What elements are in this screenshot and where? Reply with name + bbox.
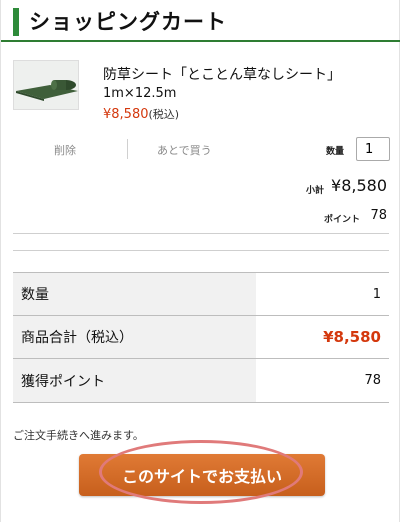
divider <box>13 233 389 234</box>
action-divider <box>127 139 128 159</box>
quantity-label: 数量 <box>326 147 345 157</box>
delete-link[interactable]: 削除 <box>54 142 76 158</box>
summary-value: 1 <box>372 286 381 302</box>
summary-value: 78 <box>364 373 381 388</box>
save-for-later-link[interactable]: あとで買う <box>157 142 212 158</box>
summary-row-points: 獲得ポイント 78 <box>13 359 389 402</box>
page-title: ショッピングカート <box>29 10 227 34</box>
product-image[interactable] <box>13 60 79 110</box>
divider <box>13 250 389 251</box>
summary-label: 獲得ポイント <box>13 359 256 402</box>
order-summary-table: 数量 1 商品合計（税込） ¥8,580 獲得ポイント 78 <box>13 272 389 403</box>
cart-panel: ショッピングカート 防草シート「とことん草なしシート」 1m×12.5m ¥8,… <box>0 0 400 522</box>
summary-label: 数量 <box>13 273 256 315</box>
grass-sheet-roll-image <box>14 61 78 109</box>
product-price-value: ¥8,580 <box>103 107 149 122</box>
cart-header: ショッピングカート <box>1 0 400 42</box>
quantity-input[interactable] <box>356 137 390 161</box>
summary-row-quantity: 数量 1 <box>13 273 389 316</box>
summary-label: 商品合計（税込） <box>13 316 256 358</box>
pay-on-this-site-button[interactable]: このサイトでお支払い <box>79 454 325 496</box>
points-value: 78 <box>370 208 387 223</box>
subtotal-value: ¥8,580 <box>331 176 387 195</box>
product-price: ¥8,580(税込) <box>103 106 179 122</box>
product-size: 1m×12.5m <box>103 86 177 101</box>
tax-note: (税込) <box>148 108 180 121</box>
summary-row-total: 商品合計（税込） ¥8,580 <box>13 316 389 359</box>
summary-total-value: ¥8,580 <box>323 328 381 346</box>
points-label: ポイント <box>324 215 361 225</box>
title-accent-bar <box>13 8 19 36</box>
subtotal-label: 小計 <box>306 186 325 196</box>
product-name[interactable]: 防草シート「とことん草なしシート」 <box>103 64 341 84</box>
checkout-note: ご注文手続きへ進みます。 <box>13 429 144 442</box>
